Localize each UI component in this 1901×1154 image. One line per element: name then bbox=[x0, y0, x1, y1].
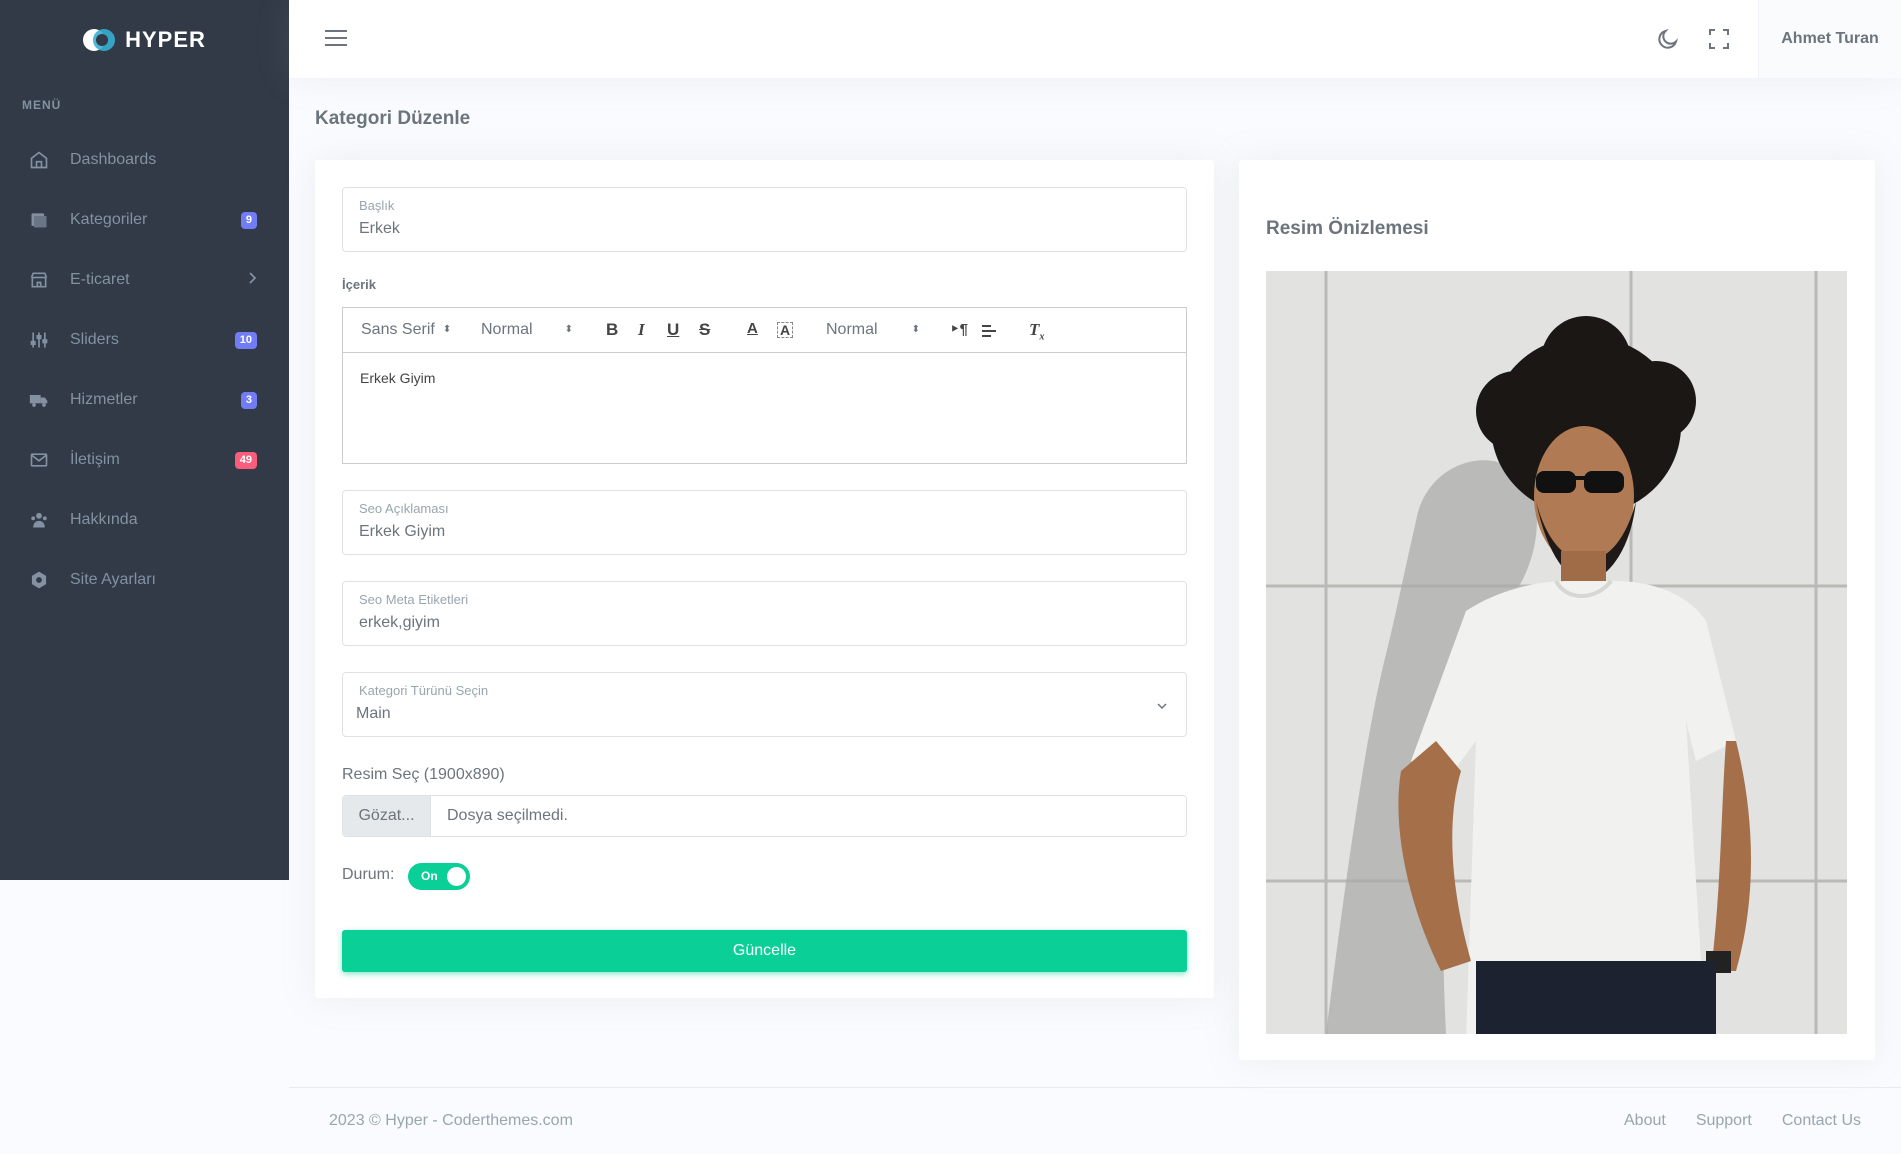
bold-icon[interactable]: B bbox=[606, 320, 618, 340]
count-badge: 49 bbox=[234, 451, 257, 469]
seo-meta-field[interactable]: Seo Meta Etiketleri erkek,giyim bbox=[342, 581, 1187, 646]
menu-toggle-icon[interactable] bbox=[325, 30, 347, 48]
sidebar-item-hizmetler[interactable]: Hizmetler 3 bbox=[0, 370, 289, 430]
book-icon bbox=[28, 209, 50, 231]
user-menu[interactable]: Ahmet Turan bbox=[1758, 0, 1901, 78]
align-icon[interactable] bbox=[980, 322, 998, 345]
text-color-icon[interactable]: A bbox=[747, 320, 758, 337]
sort-icon: ⬍ bbox=[564, 324, 573, 335]
icerik-label: İçerik bbox=[342, 277, 376, 292]
toggle-knob bbox=[447, 867, 466, 886]
selected-value: Main bbox=[356, 705, 391, 722]
footer: 2023 © Hyper - Coderthemes.com About Sup… bbox=[289, 1087, 1901, 1154]
fullscreen-icon[interactable] bbox=[1707, 27, 1731, 51]
italic-icon[interactable]: I bbox=[638, 320, 645, 340]
clear-format-icon[interactable]: Tx bbox=[1029, 320, 1044, 342]
header-picker[interactable]: Normal ⬍ bbox=[826, 321, 920, 339]
editor-toolbar: Sans Serif ⬍ Normal ⬍ B I U S A A Normal… bbox=[343, 308, 1186, 353]
file-label: Resim Seç (1900x890) bbox=[342, 766, 505, 783]
footer-link-contact[interactable]: Contact Us bbox=[1782, 1112, 1861, 1130]
menu-title: MENÜ bbox=[22, 98, 62, 112]
topbar: Ahmet Turan bbox=[289, 0, 1901, 78]
file-status: Dosya seçilmedi. bbox=[447, 807, 568, 824]
seo-aciklama-field[interactable]: Seo Açıklaması Erkek Giyim bbox=[342, 490, 1187, 555]
user-name: Ahmet Turan bbox=[1781, 30, 1879, 47]
chevron-down-icon bbox=[1156, 699, 1168, 711]
sidebar-item-label: Hizmetler bbox=[70, 391, 138, 408]
browse-button[interactable]: Gözat... bbox=[343, 796, 431, 836]
mail-icon bbox=[28, 449, 50, 471]
update-button[interactable]: Güncelle bbox=[342, 930, 1187, 972]
sliders-icon bbox=[28, 329, 50, 351]
sidebar-item-site-ayarlari[interactable]: Site Ayarları bbox=[0, 550, 289, 610]
copyright: 2023 © Hyper - Coderthemes.com bbox=[329, 1112, 573, 1129]
durum-toggle[interactable]: On bbox=[408, 863, 470, 890]
underline-icon[interactable]: U bbox=[667, 320, 679, 340]
durum-label: Durum: bbox=[342, 866, 395, 883]
sidebar-item-kategoriler[interactable]: Kategoriler 9 bbox=[0, 190, 289, 250]
chevron-right-icon bbox=[247, 271, 257, 289]
size-picker-label: Normal bbox=[481, 321, 533, 338]
font-picker[interactable]: Sans Serif ⬍ bbox=[361, 321, 451, 339]
sidebar-item-label: Site Ayarları bbox=[70, 571, 156, 588]
size-picker[interactable]: Normal ⬍ bbox=[481, 321, 573, 339]
background-color-icon[interactable]: A bbox=[777, 322, 794, 338]
field-label: Başlık bbox=[359, 198, 395, 213]
strike-icon[interactable]: S bbox=[699, 320, 710, 340]
field-value: erkek,giyim bbox=[359, 614, 440, 631]
baslik-field[interactable]: Başlık Erkek bbox=[342, 187, 1187, 252]
sort-icon: ⬍ bbox=[911, 324, 920, 335]
toggle-text: On bbox=[421, 869, 438, 883]
edit-form-card: Başlık Erkek İçerik Sans Serif ⬍ Normal … bbox=[315, 160, 1214, 998]
count-badge: 9 bbox=[240, 211, 257, 229]
logo-icon bbox=[83, 29, 117, 51]
sidebar-item-label: Hakkında bbox=[70, 511, 138, 528]
preview-image bbox=[1266, 271, 1847, 1034]
sidebar-item-e-ticaret[interactable]: E-ticaret bbox=[0, 250, 289, 310]
count-badge: 3 bbox=[240, 391, 257, 409]
footer-links: About Support Contact Us bbox=[1624, 1112, 1861, 1130]
footer-link-about[interactable]: About bbox=[1624, 1112, 1666, 1130]
text-direction-icon[interactable]: ‣¶ bbox=[950, 320, 968, 338]
field-label: Seo Açıklaması bbox=[359, 501, 449, 516]
footer-link-support[interactable]: Support bbox=[1696, 1112, 1752, 1130]
store-icon bbox=[28, 269, 50, 291]
users-icon bbox=[28, 509, 50, 531]
sidebar: HYPER MENÜ Dashboards Kategoriler 9 E-ti… bbox=[0, 0, 289, 880]
brand-logo[interactable]: HYPER bbox=[0, 0, 289, 80]
editor-content[interactable]: Erkek Giyim bbox=[343, 353, 1186, 403]
sort-icon: ⬍ bbox=[442, 324, 452, 335]
kategori-turu-select[interactable]: Kategori Türünü Seçin Main bbox=[342, 672, 1187, 737]
home-icon bbox=[28, 149, 50, 171]
gear-icon bbox=[28, 569, 50, 591]
sidebar-item-iletisim[interactable]: İletişim 49 bbox=[0, 430, 289, 490]
count-badge: 10 bbox=[234, 331, 257, 349]
sidebar-item-label: Kategoriler bbox=[70, 211, 148, 228]
sidebar-item-label: İletişim bbox=[70, 451, 120, 468]
field-value: Erkek bbox=[359, 220, 400, 237]
field-value: Erkek Giyim bbox=[359, 523, 446, 540]
page-title: Kategori Düzenle bbox=[315, 108, 471, 129]
sidebar-item-label: E-ticaret bbox=[70, 271, 130, 288]
file-input[interactable]: Gözat... Dosya seçilmedi. bbox=[342, 795, 1187, 837]
sidebar-item-label: Dashboards bbox=[70, 151, 157, 168]
sidebar-item-hakkinda[interactable]: Hakkında bbox=[0, 490, 289, 550]
field-label: Seo Meta Etiketleri bbox=[359, 592, 469, 607]
font-picker-label: Sans Serif bbox=[361, 321, 435, 338]
sidebar-item-dashboards[interactable]: Dashboards bbox=[0, 130, 289, 190]
preview-title: Resim Önizlemesi bbox=[1266, 218, 1429, 239]
image-preview-card: Resim Önizlemesi bbox=[1239, 160, 1875, 1060]
rich-text-editor: Sans Serif ⬍ Normal ⬍ B I U S A A Normal… bbox=[342, 307, 1187, 464]
moon-icon[interactable] bbox=[1656, 27, 1680, 51]
brand-name: HYPER bbox=[125, 27, 206, 52]
sidebar-item-label: Sliders bbox=[70, 331, 119, 348]
header-picker-label: Normal bbox=[826, 321, 878, 338]
sidebar-item-sliders[interactable]: Sliders 10 bbox=[0, 310, 289, 370]
field-label: Kategori Türünü Seçin bbox=[359, 683, 489, 698]
truck-icon bbox=[28, 389, 50, 411]
